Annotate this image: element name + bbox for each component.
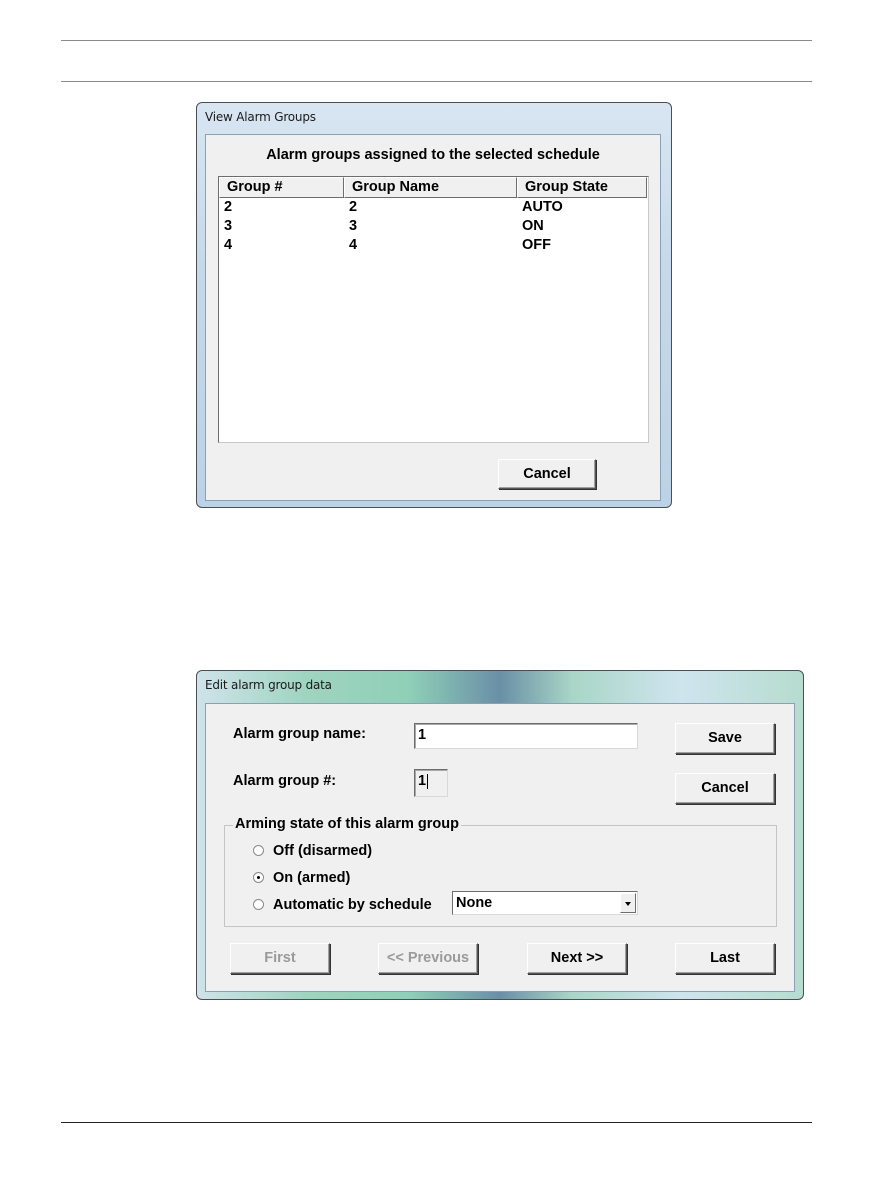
- radio-button-icon[interactable]: [253, 899, 264, 910]
- schedule-select-value: None: [456, 895, 493, 911]
- alarm-group-name-label: Alarm group name:: [233, 726, 366, 742]
- view-alarm-groups-dialog: View Alarm Groups Alarm groups assigned …: [196, 102, 672, 508]
- column-header-group-state[interactable]: Group State: [517, 177, 647, 198]
- cell-group-number: 4: [224, 237, 233, 253]
- cell-group-number: 3: [224, 218, 233, 234]
- cell-group-state: ON: [522, 218, 544, 234]
- last-button[interactable]: Last: [675, 943, 775, 974]
- radio-label: Automatic by schedule: [273, 897, 432, 913]
- radio-label: On (armed): [273, 870, 351, 886]
- cell-group-state: AUTO: [522, 199, 563, 215]
- list-heading: Alarm groups assigned to the selected sc…: [266, 147, 600, 163]
- column-header-group-number[interactable]: Group #: [219, 177, 344, 198]
- alarm-groups-list[interactable]: Group # Group Name Group State 2 2 AUTO …: [218, 176, 649, 443]
- alarm-group-number-input[interactable]: 1: [414, 769, 448, 797]
- alarm-group-number-value: 1: [418, 773, 427, 789]
- next-button-label: Next >>: [550, 950, 604, 966]
- page-footer-rule: [61, 1122, 812, 1123]
- dialog-title: View Alarm Groups: [205, 110, 316, 124]
- alarm-group-name-value: 1: [418, 727, 427, 743]
- column-header-group-name[interactable]: Group Name: [344, 177, 517, 198]
- radio-label: Off (disarmed): [273, 843, 373, 859]
- alarm-group-number-label: Alarm group #:: [233, 773, 337, 789]
- text-caret: [427, 773, 429, 789]
- previous-button-label: << Previous: [386, 950, 470, 966]
- table-row[interactable]: 3 3 ON: [219, 217, 648, 236]
- cell-group-name: 2: [349, 199, 358, 215]
- previous-button[interactable]: << Previous: [378, 943, 478, 974]
- radio-automatic-by-schedule[interactable]: Automatic by schedule None: [253, 891, 653, 915]
- cell-group-name: 4: [349, 237, 358, 253]
- last-button-label: Last: [710, 950, 740, 966]
- arming-state-legend: Arming state of this alarm group: [233, 816, 461, 832]
- cell-group-name: 3: [349, 218, 358, 234]
- radio-button-icon[interactable]: [253, 845, 264, 856]
- dialog-title: Edit alarm group data: [205, 678, 332, 692]
- save-button[interactable]: Save: [675, 723, 775, 754]
- arming-state-groupbox: Arming state of this alarm group Off (di…: [224, 816, 777, 927]
- first-button[interactable]: First: [230, 943, 330, 974]
- cancel-button[interactable]: Cancel: [675, 773, 775, 804]
- edit-alarm-group-dialog: Edit alarm group data Alarm group name: …: [196, 670, 804, 1000]
- cell-group-number: 2: [224, 199, 233, 215]
- table-row[interactable]: 2 2 AUTO: [219, 198, 648, 217]
- dialog-client-area: Alarm group name: 1 Save Alarm group #: …: [205, 703, 795, 992]
- cancel-button-label: Cancel: [523, 466, 571, 482]
- alarm-group-name-input[interactable]: 1: [414, 723, 638, 749]
- list-header: Group # Group Name Group State: [219, 177, 648, 198]
- schedule-select[interactable]: None: [452, 891, 638, 915]
- page-header-rule-top: [61, 40, 812, 41]
- first-button-label: First: [264, 950, 296, 966]
- cell-group-state: OFF: [522, 237, 551, 253]
- table-row[interactable]: 4 4 OFF: [219, 236, 648, 255]
- cancel-button[interactable]: Cancel: [498, 459, 596, 489]
- dropdown-arrow-icon[interactable]: [620, 893, 636, 913]
- save-button-label: Save: [708, 730, 742, 746]
- cancel-button-label: Cancel: [701, 780, 749, 796]
- radio-button-selected-icon[interactable]: [253, 872, 264, 883]
- page-header-rule-bottom: [61, 81, 812, 82]
- next-button[interactable]: Next >>: [527, 943, 627, 974]
- dialog-client-area: Alarm groups assigned to the selected sc…: [205, 134, 661, 501]
